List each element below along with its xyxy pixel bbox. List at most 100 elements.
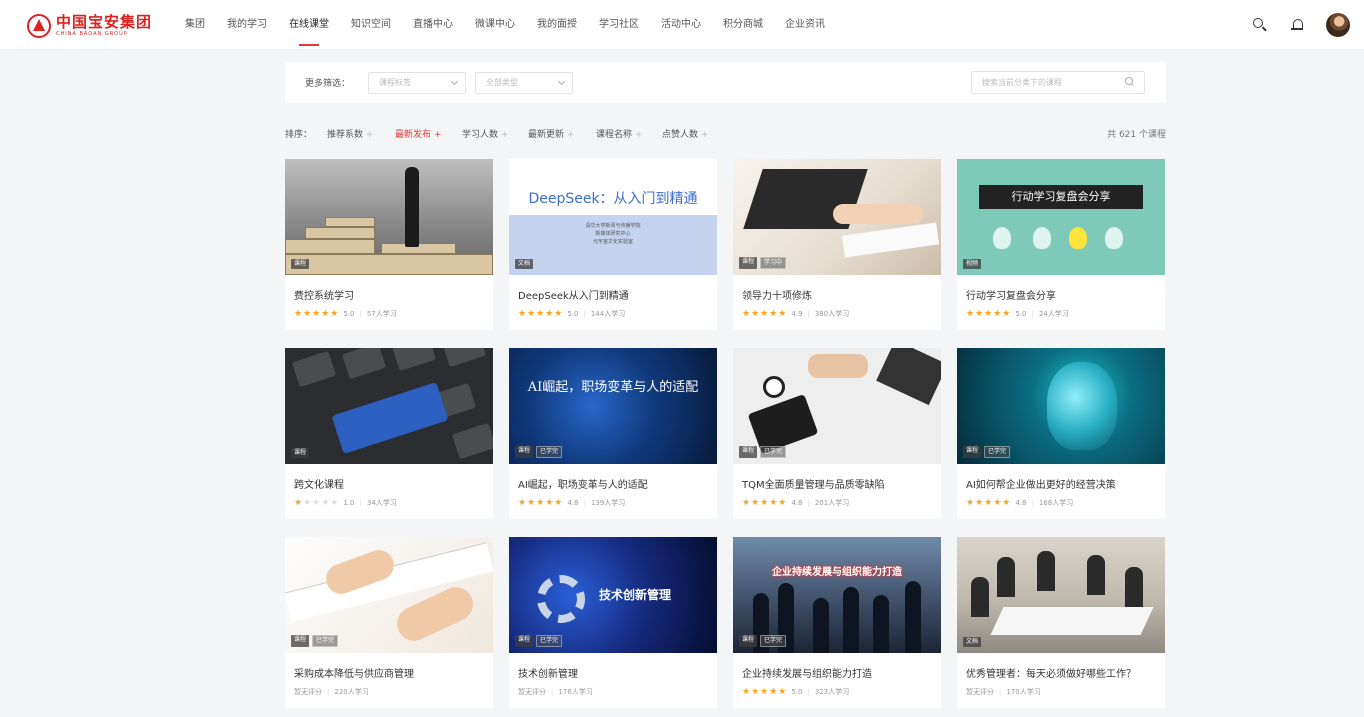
learner-count: 170人学习 [1006,688,1041,696]
course-type-badge: 课程 [291,259,310,269]
course-tag-select[interactable]: 课程标签 [368,72,466,94]
rating-stars: ★★★★★ [742,687,788,697]
learner-count: 220人学习 [334,688,369,696]
sort-recommend[interactable]: 推荐系数 + [327,127,374,140]
course-card[interactable]: 课程 已学完 采购成本降低与供应商管理 暂无评分 | 220人学习 [285,537,493,708]
rating-score: 5.0 [1015,310,1027,318]
course-type-badge: 课程 [515,635,534,647]
course-thumbnail: 课程 已学完 [957,348,1165,464]
learner-count: 24人学习 [1038,310,1069,318]
sort-row: 排序： 推荐系数 + 最新发布 + 学习人数 + 最新更新 + 课程名称 + 点赞人数 + … [285,127,1166,141]
brand-name-en: CHINA BAOAN GROUP [56,31,128,37]
bell-icon[interactable] [1290,17,1306,33]
course-search-input[interactable]: 搜索当前分类下的课程 [971,71,1145,94]
sort-likes[interactable]: 点赞人数 + [662,127,709,140]
rating-stars: ★★★★★ [518,498,564,508]
sort-newest[interactable]: 最新发布 + [395,127,442,140]
course-card[interactable]: 课程 费控系统学习 ★★★★★ 5.0 | 57人学习 [285,159,493,330]
search-icon[interactable] [1125,77,1134,86]
sort-learners[interactable]: 学习人数 + [462,127,509,140]
nav-item-group[interactable]: 集团 [185,0,205,50]
rating-score: 1.0 [343,499,355,507]
course-title: 跨文化课程 [294,480,344,491]
nav-item-company-news[interactable]: 企业资讯 [785,0,825,50]
rating-stars: ★★★★★ [518,309,564,319]
avatar[interactable] [1326,13,1350,37]
course-search-placeholder: 搜索当前分类下的课程 [982,78,1062,87]
nav-item-live-center[interactable]: 直播中心 [413,0,453,50]
rating-score: 暂无评分 [294,688,322,696]
course-type-badge: 课程 [963,446,982,458]
search-icon[interactable] [1252,17,1268,33]
course-title: AI如何帮企业做出更好的经营决策 [966,480,1116,491]
course-type-badge: 课程 [291,635,310,647]
thumbnail-subtitle-line: 元宇宙文化实验室 [592,239,633,245]
nav-item-my-learning[interactable]: 我的学习 [227,0,267,50]
course-meta: ★★★★★ 5.0 | 24人学习 [966,309,1069,319]
course-title: TQM全面质量管理与品质零缺陷 [742,480,885,491]
thumbnail-title: DeepSeek：从入门到精通 [528,191,698,207]
rating-stars: ★★★★★ [742,498,788,508]
sort-arrow-icon: + [501,130,509,140]
course-card[interactable]: 课程 已学完 TQM全面质量管理与品质零缺陷 ★★★★★ 4.8 | 201人学… [733,348,941,519]
top-navigation-bar: 中国宝安集团 CHINA BAOAN GROUP 集团 我的学习 在线课堂 知识… [0,0,1364,50]
course-thumbnail: 企业持续发展与组织能力打造 课程 已学完 [733,537,941,653]
course-type-badge: 课程 [739,635,758,647]
learner-count: 380人学习 [814,310,850,318]
sort-arrow-icon: + [635,130,643,140]
course-thumbnail: 行动学习复盘会分享 视频 [957,159,1165,275]
course-card[interactable]: 行动学习复盘会分享 视频 行动学习复盘会分享 ★★★★★ 5.0 | 24人学习 [957,159,1165,330]
course-card[interactable]: 技术创新管理 课程 已学完 技术创新管理 暂无评分 | 176人学习 [509,537,717,708]
course-card[interactable]: 课程 已学完 AI如何帮企业做出更好的经营决策 ★★★★★ 4.8 | 168人… [957,348,1165,519]
rating-stars: ★★★★★ [294,498,339,508]
nav-item-activity-center[interactable]: 活动中心 [661,0,701,50]
course-card[interactable]: 企业持续发展与组织能力打造 课程 已学完 企业持续发展与组织能力打造 ★★★★★… [733,537,941,708]
progress-badge: 已学完 [312,635,339,647]
progress-badge: 已学完 [984,446,1011,458]
course-title: 技术创新管理 [518,669,578,680]
course-card[interactable]: 课程 跨文化课程 ★★★★★ 1.0 | 34人学习 [285,348,493,519]
course-type-badge: 文档 [515,259,534,269]
rating-score: 4.8 [1015,499,1027,507]
course-thumbnail: 技术创新管理 课程 已学完 [509,537,717,653]
nav-item-my-training[interactable]: 我的面授 [537,0,577,50]
brand-logo[interactable]: 中国宝安集团 CHINA BAOAN GROUP [27,12,152,40]
learner-count: 144人学习 [590,310,626,318]
nav-item-online-classroom[interactable]: 在线课堂 [289,0,329,50]
course-type-badge: 课程 [291,448,310,458]
course-card[interactable]: AI崛起，职场变革与人的适配 课程 已学完 AI崛起，职场变革与人的适配 ★★★… [509,348,717,519]
course-type-select[interactable]: 全部类型 [475,72,573,94]
course-thumbnail: AI崛起，职场变革与人的适配 课程 已学完 [509,348,717,464]
course-thumbnail: 课程 [285,159,493,275]
course-title: 领导力十项修炼 [742,291,812,302]
course-card[interactable]: 课程 学习中 领导力十项修炼 ★★★★★ 4.9 | 380人学习 [733,159,941,330]
sort-updated[interactable]: 最新更新 + [528,127,575,140]
progress-badge: 已学完 [760,446,787,458]
course-meta: ★★★★★ 5.0 | 144人学习 [518,309,626,319]
course-meta: ★★★★★ 4.8 | 139人学习 [518,498,626,508]
course-card[interactable]: 文档 优秀管理者：每天必须做好哪些工作？ 暂无评分 | 170人学习 [957,537,1165,708]
brand-logo-icon [27,14,51,38]
main-nav: 集团 我的学习 在线课堂 知识空间 直播中心 微课中心 我的面授 学习社区 活动… [185,0,847,50]
nav-item-knowledge-space[interactable]: 知识空间 [351,0,391,50]
sort-recommend-label: 推荐系数 [327,130,364,140]
sort-name-label: 课程名称 [596,130,633,140]
thumbnail-title: 技术创新管理 [599,588,672,602]
nav-item-points-mall[interactable]: 积分商城 [723,0,763,50]
course-thumbnail: 课程 已学完 [733,348,941,464]
nav-item-community[interactable]: 学习社区 [599,0,639,50]
course-meta: ★★★★★ 4.8 | 201人学习 [742,498,850,508]
learner-count: 57人学习 [366,310,397,318]
rating-stars: ★★★★★ [742,309,788,319]
rating-score: 4.9 [791,310,803,318]
course-card[interactable]: DeepSeek：从入门到精通 清华大学新闻与传播学院 新媒体研究中心 元宇宙文… [509,159,717,330]
nav-item-micro-course[interactable]: 微课中心 [475,0,515,50]
course-meta: ★★★★★ 4.8 | 168人学习 [966,498,1074,508]
course-type-badge: 视频 [963,259,982,269]
sort-name[interactable]: 课程名称 + [596,127,643,140]
learner-count: 323人学习 [814,688,850,696]
course-meta: ★★★★★ 1.0 | 34人学习 [294,498,397,508]
rating-score: 5.0 [343,310,355,318]
learner-count: 168人学习 [1038,499,1074,507]
rating-score: 5.0 [791,688,803,696]
